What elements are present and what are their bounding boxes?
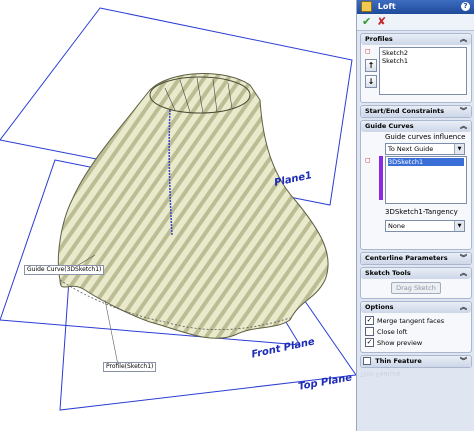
collapse-icon[interactable]: ︽ — [460, 302, 467, 313]
help-icon[interactable]: ? — [461, 2, 470, 11]
expand-icon[interactable]: ︾ — [460, 106, 467, 117]
ok-button[interactable]: ✔ — [362, 16, 371, 28]
checkbox-box[interactable]: ✓ — [365, 316, 374, 325]
cancel-button[interactable]: ✘ — [377, 16, 386, 28]
thin-feature-checkbox[interactable] — [363, 357, 371, 365]
profiles-section: Profiles ︽ ◻︎ ↑ ↓ Sketch2 Sketch1 — [360, 33, 472, 103]
sketch-tools-section: Sketch Tools ︽ Drag Sketch — [360, 267, 472, 299]
options-section: Options ︽ ✓ Merge tangent faces Close lof… — [360, 301, 472, 353]
guide-curves-header[interactable]: Guide Curves ︽ — [361, 121, 471, 132]
checkbox-box[interactable] — [365, 327, 374, 336]
thin-feature-reflection: Thin Feature — [360, 370, 401, 378]
collapse-icon[interactable]: ︽ — [460, 34, 467, 45]
profile-callout[interactable]: Profile(Sketch1) — [103, 362, 157, 372]
thin-feature-header[interactable]: Thin Feature ︾ — [361, 356, 471, 367]
close-loft-checkbox[interactable]: Close loft — [365, 326, 467, 337]
merge-tangent-faces-checkbox[interactable]: ✓ Merge tangent faces — [365, 315, 467, 326]
guide-curves-list[interactable]: 3DSketch1 — [385, 156, 467, 204]
list-item[interactable]: Sketch2 — [382, 49, 464, 57]
chevron-down-icon: ▼ — [454, 144, 464, 154]
constraints-header[interactable]: Start/End Constraints ︾ — [361, 106, 471, 117]
loft-icon — [361, 1, 372, 12]
sketch-tools-header[interactable]: Sketch Tools ︽ — [361, 268, 471, 279]
expand-icon[interactable]: ︾ — [460, 253, 467, 264]
move-down-button[interactable]: ↓ — [365, 75, 377, 88]
guide-list-accent — [379, 156, 383, 200]
guide-curve-icon: ◻︎ — [365, 156, 371, 164]
profiles-header[interactable]: Profiles ︽ — [361, 34, 471, 45]
tangency-select[interactable]: None ▼ — [385, 220, 465, 232]
ok-cancel-bar: ✔ ✘ — [357, 14, 474, 31]
move-up-button[interactable]: ↑ — [365, 59, 377, 72]
thin-feature-section: Thin Feature ︾ — [360, 355, 472, 368]
collapse-icon[interactable]: ︽ — [460, 268, 467, 279]
pm-title: Loft — [377, 2, 396, 11]
list-item[interactable]: 3DSketch1 — [388, 158, 464, 166]
graphics-viewport[interactable]: Plane1 Front Plane Top Plane Guide Curve… — [0, 0, 356, 431]
list-item[interactable]: Sketch1 — [382, 57, 464, 65]
guide-curves-section: Guide Curves ︽ Guide curves influence To … — [360, 120, 472, 250]
model-view — [0, 7, 356, 411]
show-preview-checkbox[interactable]: ✓ Show preview — [365, 337, 467, 348]
chevron-down-icon: ▼ — [454, 221, 464, 231]
property-manager: Loft ? ✔ ✘ Profiles ︽ ◻︎ ↑ ↓ Sketch2 Sket… — [356, 0, 474, 431]
tangency-label: 3DSketch1-Tangency — [385, 208, 458, 216]
callout-leader — [104, 299, 119, 366]
profiles-list[interactable]: Sketch2 Sketch1 — [379, 47, 467, 95]
profile-icon: ◻︎ — [365, 47, 371, 55]
constraints-section: Start/End Constraints ︾ — [360, 105, 472, 118]
checkbox-box[interactable]: ✓ — [365, 338, 374, 347]
pm-title-bar: Loft ? — [357, 0, 474, 14]
influence-label: Guide curves influence — [385, 133, 466, 141]
expand-icon[interactable]: ︾ — [460, 356, 467, 367]
collapse-icon[interactable]: ︽ — [460, 121, 467, 132]
influence-select[interactable]: To Next Guide ▼ — [385, 143, 465, 155]
centerline-header[interactable]: Centerline Parameters ︾ — [361, 253, 471, 264]
guide-curve-callout[interactable]: Guide Curve(3DSketch1) — [24, 265, 105, 275]
centerline-section: Centerline Parameters ︾ — [360, 252, 472, 265]
drag-sketch-button[interactable]: Drag Sketch — [391, 282, 441, 294]
options-header[interactable]: Options ︽ — [361, 302, 471, 313]
